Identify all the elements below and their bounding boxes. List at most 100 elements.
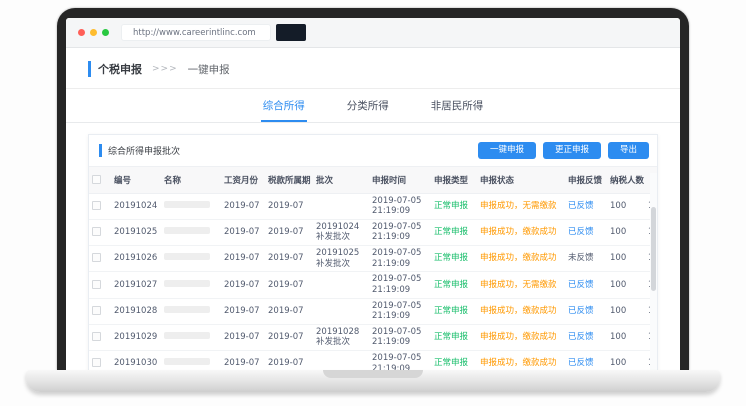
row-checkbox[interactable] [92, 227, 101, 236]
redacted-name-placeholder [164, 332, 210, 339]
cell-feedback: 未反馈 [565, 246, 607, 272]
window-controls [78, 29, 109, 36]
column-header: 批次 [313, 166, 369, 193]
table-row: 201910292019-072019-0720191028 补发批次2019-… [89, 324, 657, 350]
laptop-frame: http://www.careerintlinc.com 个税申报 >>> 一键… [57, 8, 689, 370]
column-header: 申报反馈 [565, 166, 607, 193]
column-header: 纳税人数 [607, 166, 645, 193]
browser-extension-icon[interactable] [276, 24, 306, 41]
vertical-scrollbar-thumb[interactable] [651, 207, 656, 291]
cell-time: 2019-07-05 21:19:09 [369, 246, 431, 272]
cell-id: 20191030 [111, 351, 161, 371]
tab-classified-income[interactable]: 分类所得 [345, 89, 391, 122]
cell-taxpayers: 100 [607, 246, 645, 272]
cell-id: 20191029 [111, 324, 161, 350]
cell-status: 申报成功，缴款成功 [477, 298, 565, 324]
cell-name [161, 219, 221, 245]
row-checkbox[interactable] [92, 306, 101, 315]
laptop-screen: http://www.careerintlinc.com 个税申报 >>> 一键… [66, 18, 680, 370]
batch-table-body: 201910242019-072019-072019-07-05 21:19:0… [89, 193, 657, 370]
correct-declare-button[interactable]: 更正申报 [543, 142, 601, 159]
cell-time: 2019-07-05 21:19:09 [369, 351, 431, 371]
row-checkbox[interactable] [92, 253, 101, 262]
breadcrumb-separator: >>> [152, 64, 178, 74]
column-header: 编号 [111, 166, 161, 193]
cell-salary_month: 2019-07 [221, 324, 265, 350]
cell-time: 2019-07-05 21:19:09 [369, 219, 431, 245]
cell-feedback: 已反馈 [565, 298, 607, 324]
cell-salary_month: 2019-07 [221, 193, 265, 219]
breadcrumb: 个税申报 >>> 一键申报 [88, 61, 658, 77]
column-header: 税款所属期 [265, 166, 313, 193]
cell-name [161, 324, 221, 350]
table-header-row: 编号名称工资月份税款所属期批次申报时间申报类型申报状态申报反馈纳税人数 [89, 166, 657, 193]
batch-panel: 综合所得申报批次 一键申报 更正申报 导出 编号名称工资月 [88, 134, 658, 370]
redacted-name-placeholder [164, 227, 210, 234]
cell-name [161, 272, 221, 298]
cell-type: 正常申报 [431, 246, 477, 272]
cell-time: 2019-07-05 21:19:09 [369, 324, 431, 350]
cell-batch: 20191024 补发批次 [313, 219, 369, 245]
page: 个税申报 >>> 一键申报 综合所得 分类所得 非居民所得 综合所得申报批次 一… [66, 48, 680, 370]
cell-batch [313, 272, 369, 298]
cell-id: 20191025 [111, 219, 161, 245]
vertical-scrollbar[interactable] [650, 173, 657, 370]
cell-status: 申报成功，无需缴款 [477, 272, 565, 298]
cell-status: 申报成功，缴款成功 [477, 324, 565, 350]
redacted-name-placeholder [164, 358, 210, 365]
address-bar[interactable]: http://www.careerintlinc.com [121, 24, 271, 41]
cell-name [161, 246, 221, 272]
tab-nonresident-income[interactable]: 非居民所得 [429, 89, 486, 122]
panel-title: 综合所得申报批次 [99, 144, 180, 157]
row-checkbox[interactable] [92, 201, 101, 210]
cell-name [161, 298, 221, 324]
cell-type: 正常申报 [431, 219, 477, 245]
maximize-button[interactable] [102, 29, 109, 36]
cell-batch [313, 193, 369, 219]
cell-batch: 20191025 补发批次 [313, 246, 369, 272]
table-scroll-area: 编号名称工资月份税款所属期批次申报时间申报类型申报状态申报反馈纳税人数 2019… [89, 166, 657, 371]
column-header: 申报类型 [431, 166, 477, 193]
page-title: 个税申报 [88, 61, 142, 77]
column-header: 名称 [161, 166, 221, 193]
close-button[interactable] [78, 29, 85, 36]
cell-salary_month: 2019-07 [221, 272, 265, 298]
column-header: 申报状态 [477, 166, 565, 193]
redacted-name-placeholder [164, 253, 210, 260]
one-click-declare-button[interactable]: 一键申报 [478, 142, 536, 159]
row-checkbox[interactable] [92, 280, 101, 289]
cell-id: 20191028 [111, 298, 161, 324]
table-row: 201910242019-072019-072019-07-05 21:19:0… [89, 193, 657, 219]
cell-type: 正常申报 [431, 324, 477, 350]
minimize-button[interactable] [90, 29, 97, 36]
cell-tax_period: 2019-07 [265, 351, 313, 371]
cell-status: 申报成功，缴款成功 [477, 246, 565, 272]
cell-taxpayers: 100 [607, 324, 645, 350]
column-header: 申报时间 [369, 166, 431, 193]
cell-time: 2019-07-05 21:19:09 [369, 272, 431, 298]
laptop-base [26, 370, 720, 392]
cell-status: 申报成功，缴款成功 [477, 219, 565, 245]
cell-feedback: 已反馈 [565, 272, 607, 298]
select-all-checkbox[interactable] [92, 175, 101, 184]
cell-taxpayers: 100 [607, 193, 645, 219]
export-button[interactable]: 导出 [608, 142, 649, 159]
cell-feedback: 已反馈 [565, 351, 607, 371]
tab-comprehensive-income[interactable]: 综合所得 [261, 89, 307, 122]
cell-taxpayers: 100 [607, 219, 645, 245]
row-checkbox[interactable] [92, 332, 101, 341]
cell-taxpayers: 100 [607, 298, 645, 324]
cell-taxpayers: 100 [607, 272, 645, 298]
cell-tax_period: 2019-07 [265, 324, 313, 350]
cell-salary_month: 2019-07 [221, 351, 265, 371]
tab-bar: 综合所得 分类所得 非居民所得 [66, 89, 680, 123]
row-checkbox[interactable] [92, 358, 101, 367]
cell-tax_period: 2019-07 [265, 298, 313, 324]
cell-id: 20191026 [111, 246, 161, 272]
cell-batch: 20191028 补发批次 [313, 324, 369, 350]
cell-salary_month: 2019-07 [221, 246, 265, 272]
table-row: 201910252019-072019-0720191024 补发批次2019-… [89, 219, 657, 245]
cell-status: 申报成功，缴款成功 [477, 351, 565, 371]
cell-name [161, 193, 221, 219]
redacted-name-placeholder [164, 201, 210, 208]
